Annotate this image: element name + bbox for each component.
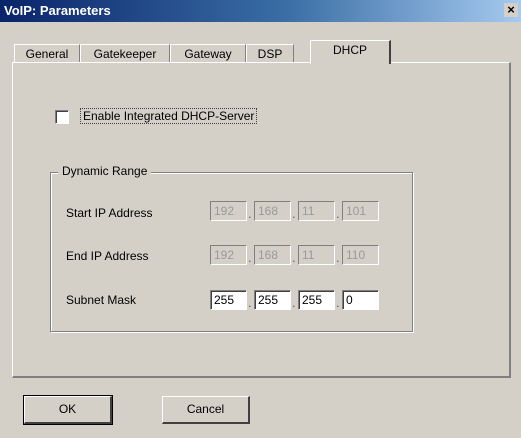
dynamic-range-title: Dynamic Range xyxy=(58,164,152,178)
tab-dhcp[interactable]: DHCP xyxy=(310,40,391,64)
title-bar: VoIP: Parameters × xyxy=(0,0,521,22)
ip-dot: . xyxy=(248,206,252,221)
ip-dot: . xyxy=(292,206,296,221)
tab-gatekeeper[interactable]: Gatekeeper xyxy=(80,44,170,63)
ip-dot: . xyxy=(248,295,252,310)
ip-dot: . xyxy=(292,250,296,265)
end-ip-octet-4[interactable]: 110 xyxy=(342,245,379,265)
ip-dot: . xyxy=(336,250,340,265)
subnet-octet-2[interactable]: 255 xyxy=(254,290,291,310)
cancel-button[interactable]: Cancel xyxy=(162,396,250,424)
tab-general[interactable]: General xyxy=(14,44,80,63)
subnet-mask-label: Subnet Mask xyxy=(66,293,137,307)
start-ip-octet-2[interactable]: 168 xyxy=(254,201,291,221)
start-ip-label: Start IP Address xyxy=(66,206,153,220)
enable-dhcp-checkbox[interactable] xyxy=(55,110,69,124)
enable-dhcp-label[interactable]: Enable Integrated DHCP-Server xyxy=(80,108,258,124)
tab-dsp[interactable]: DSP xyxy=(246,44,294,63)
window-title: VoIP: Parameters xyxy=(4,3,111,18)
end-ip-octet-2[interactable]: 168 xyxy=(254,245,291,265)
end-ip-octet-1[interactable]: 192 xyxy=(210,245,247,265)
start-ip-octet-4[interactable]: 101 xyxy=(342,201,379,221)
subnet-octet-1[interactable]: 255 xyxy=(210,290,247,310)
ip-dot: . xyxy=(336,295,340,310)
tab-gateway[interactable]: Gateway xyxy=(170,44,246,63)
ip-dot: . xyxy=(292,295,296,310)
start-ip-octet-3[interactable]: 11 xyxy=(298,201,335,221)
subnet-octet-4[interactable]: 0 xyxy=(342,290,379,310)
end-ip-octet-3[interactable]: 11 xyxy=(298,245,335,265)
start-ip-octet-1[interactable]: 192 xyxy=(210,201,247,221)
ip-dot: . xyxy=(248,250,252,265)
subnet-octet-3[interactable]: 255 xyxy=(298,290,335,310)
ok-button[interactable]: OK xyxy=(23,395,113,425)
ip-dot: . xyxy=(336,206,340,221)
close-icon[interactable]: × xyxy=(504,3,518,17)
end-ip-label: End IP Address xyxy=(66,249,149,263)
